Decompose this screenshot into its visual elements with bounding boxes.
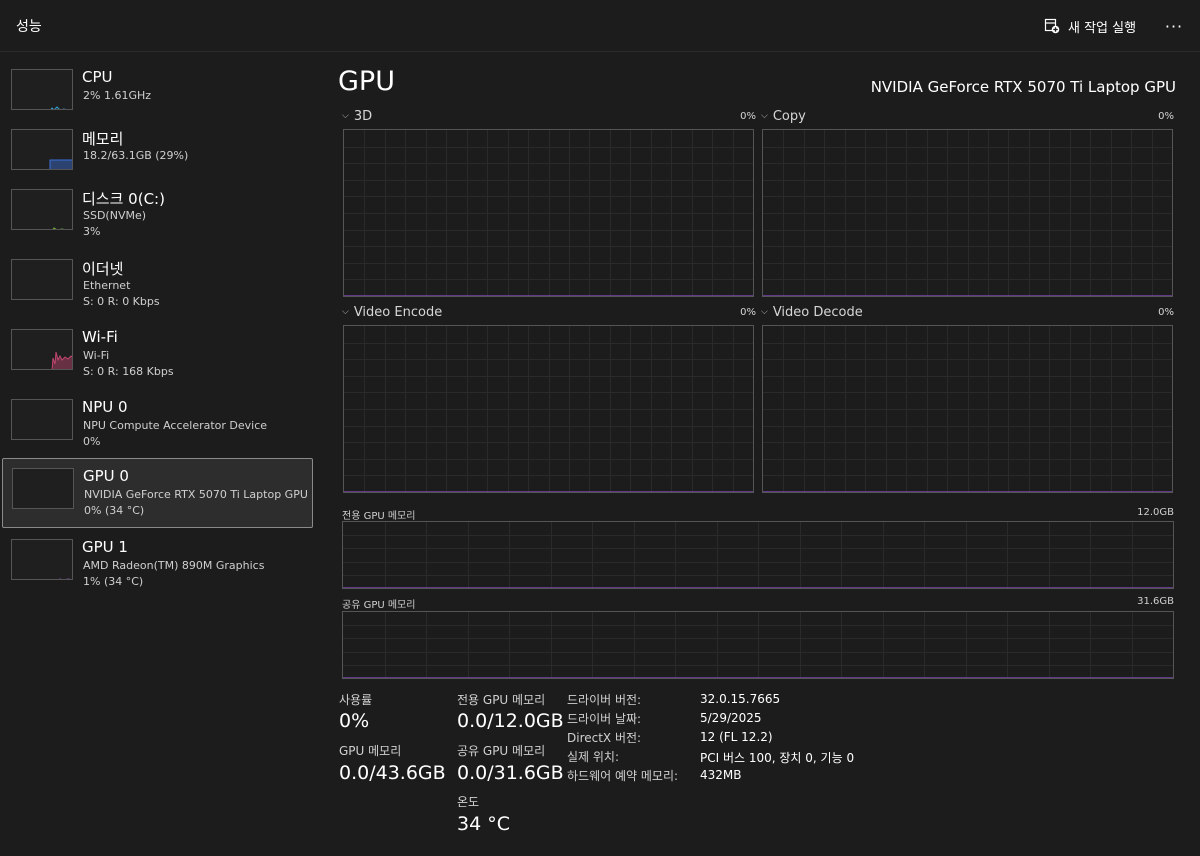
sidebar-item-value: 1% (34 °C) bbox=[83, 575, 144, 588]
sidebar-item-detail: NVIDIA GeForce RTX 5070 Ti Laptop GPU bbox=[84, 488, 308, 501]
engine-copy-percent: 0% bbox=[1158, 111, 1174, 122]
sidebar-thumbnail-graph bbox=[11, 259, 73, 300]
sidebar-item-value: 0% (34 °C) bbox=[84, 504, 145, 517]
sidebar-item-name: NPU 0 bbox=[82, 398, 128, 416]
sidebar-thumbnail-graph bbox=[11, 539, 73, 580]
gpu-memory-label: GPU 메모리 bbox=[339, 744, 402, 758]
shared-memory-label: 공유 GPU 메모리 bbox=[342, 600, 416, 611]
engine-3d-label[interactable]: ⌵ 3D bbox=[342, 109, 372, 124]
chevron-down-icon: ⌵ bbox=[342, 111, 349, 121]
dedicated-memory-graph bbox=[342, 521, 1174, 589]
sidebar-item-name: GPU 1 bbox=[82, 538, 128, 556]
temperature-label: 온도 bbox=[457, 795, 480, 809]
sidebar-item-name: CPU bbox=[82, 68, 113, 86]
sidebar-item-value: S: 0 R: 0 Kbps bbox=[83, 295, 160, 308]
sidebar-item-npu-0[interactable]: NPU 0 NPU Compute Accelerator Device 0% bbox=[2, 390, 313, 460]
dedicated-stat-label: 전용 GPU 메모리 bbox=[457, 693, 546, 707]
sidebar-thumbnail-graph bbox=[11, 129, 73, 170]
temperature-value: 34 °C bbox=[457, 813, 510, 835]
sidebar-item-value: 3% bbox=[83, 225, 101, 238]
sidebar-thumbnail-graph bbox=[11, 189, 73, 230]
sidebar-item-gpu-0[interactable]: GPU 0 NVIDIA GeForce RTX 5070 Ti Laptop G… bbox=[2, 458, 313, 528]
dedicated-memory-label: 전용 GPU 메모리 bbox=[342, 511, 416, 522]
physical-location-value: PCI 버스 100, 장치 0, 기능 0 bbox=[700, 751, 855, 765]
reserved-memory-value: 432MB bbox=[700, 768, 742, 782]
usage-value: 0% bbox=[339, 710, 370, 732]
sidebar-item-detail: NPU Compute Accelerator Device bbox=[83, 419, 268, 432]
chevron-down-icon: ⌵ bbox=[761, 111, 768, 121]
directx-version-label: DirectX 버전: bbox=[567, 731, 642, 745]
sidebar-item-디스크-0-c[interactable]: 디스크 0(C:) SSD(NVMe) 3% bbox=[2, 180, 313, 250]
engine-copy-graph bbox=[762, 129, 1173, 297]
shared-stat-label: 공유 GPU 메모리 bbox=[457, 744, 546, 758]
page-title: 성능 bbox=[16, 19, 42, 35]
engine-3d-percent: 0% bbox=[740, 111, 756, 122]
sidebar-thumbnail-graph bbox=[11, 69, 73, 110]
new-task-button[interactable]: 새 작업 실행 bbox=[1036, 12, 1144, 40]
dedicated-stat-value: 0.0/12.0GB bbox=[457, 710, 564, 732]
shared-memory-graph bbox=[342, 611, 1174, 679]
reserved-memory-label: 하드웨어 예약 메모리: bbox=[567, 769, 679, 783]
dedicated-memory-max: 12.0GB bbox=[1137, 507, 1174, 518]
driver-date-label: 드라이버 날짜: bbox=[567, 712, 642, 726]
sidebar-item-name: 이더넷 bbox=[82, 260, 124, 278]
sidebar-thumbnail-graph bbox=[11, 329, 73, 370]
sidebar-item-name: 디스크 0(C:) bbox=[82, 190, 165, 208]
sidebar-thumbnail-graph bbox=[12, 468, 74, 509]
engine-copy-label[interactable]: ⌵ Copy bbox=[761, 109, 806, 124]
sidebar-item-name: GPU 0 bbox=[83, 467, 129, 485]
chevron-down-icon: ⌵ bbox=[761, 307, 768, 317]
chevron-down-icon: ⌵ bbox=[342, 307, 349, 317]
engine-video-decode-label[interactable]: ⌵ Video Decode bbox=[761, 305, 863, 320]
main-title: GPU bbox=[338, 66, 395, 97]
title-bar: 성능 새 작업 실행 ··· bbox=[0, 0, 1200, 52]
driver-version-value: 32.0.15.7665 bbox=[700, 692, 781, 706]
physical-location-label: 실제 위치: bbox=[567, 750, 620, 764]
sidebar-item-value: S: 0 R: 168 Kbps bbox=[83, 365, 174, 378]
sidebar-thumbnail-graph bbox=[11, 399, 73, 440]
driver-version-label: 드라이버 버전: bbox=[567, 693, 642, 707]
sidebar-item-detail: SSD(NVMe) bbox=[83, 209, 147, 222]
sidebar-item-이더넷[interactable]: 이더넷 Ethernet S: 0 R: 0 Kbps bbox=[2, 250, 313, 320]
gpu-memory-value: 0.0/43.6GB bbox=[339, 762, 446, 784]
engine-video-encode-graph bbox=[343, 325, 754, 493]
sidebar-item-name: Wi-Fi bbox=[82, 328, 118, 346]
engine-video-decode-percent: 0% bbox=[1158, 307, 1174, 318]
sidebar-item-detail: Wi-Fi bbox=[83, 349, 110, 362]
usage-label: 사용률 bbox=[339, 693, 373, 707]
sidebar-item-detail: 18.2/63.1GB (29%) bbox=[83, 149, 189, 162]
sidebar-item-name: 메모리 bbox=[82, 130, 124, 148]
sidebar-item-value: 0% bbox=[83, 435, 101, 448]
new-task-label: 새 작업 실행 bbox=[1068, 20, 1137, 36]
device-name: NVIDIA GeForce RTX 5070 Ti Laptop GPU bbox=[870, 78, 1176, 96]
sidebar-item-wi-fi[interactable]: Wi-Fi Wi-Fi S: 0 R: 168 Kbps bbox=[2, 320, 313, 390]
shared-stat-value: 0.0/31.6GB bbox=[457, 762, 564, 784]
engine-3d-graph bbox=[343, 129, 754, 297]
engine-video-encode-label[interactable]: ⌵ Video Encode bbox=[342, 305, 442, 320]
sidebar-item-detail: Ethernet bbox=[83, 279, 131, 292]
shared-memory-max: 31.6GB bbox=[1137, 596, 1174, 607]
engine-video-decode-graph bbox=[762, 325, 1173, 493]
sidebar-item-detail: 2% 1.61GHz bbox=[83, 89, 152, 102]
engine-video-encode-percent: 0% bbox=[740, 307, 756, 318]
sidebar-item-detail: AMD Radeon(TM) 890M Graphics bbox=[83, 559, 265, 572]
sidebar-item-gpu-1[interactable]: GPU 1 AMD Radeon(TM) 890M Graphics 1% (34 … bbox=[2, 530, 313, 600]
driver-date-value: 5/29/2025 bbox=[700, 711, 762, 725]
new-task-icon bbox=[1044, 18, 1060, 34]
directx-version-value: 12 (FL 12.2) bbox=[700, 730, 773, 744]
more-options-icon[interactable]: ··· bbox=[1160, 12, 1188, 40]
